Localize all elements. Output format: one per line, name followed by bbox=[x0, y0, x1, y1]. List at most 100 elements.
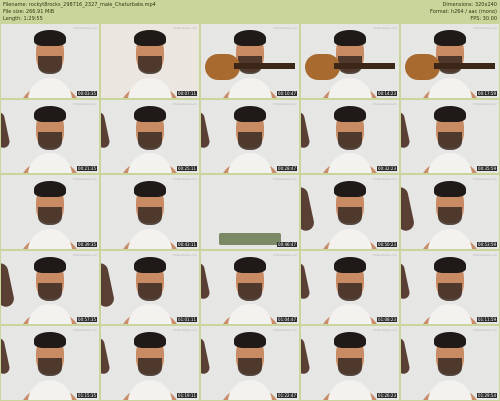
timestamp-label: 00:53:59 bbox=[477, 241, 497, 247]
filesize-text: File size: 266.91 MiB bbox=[3, 9, 55, 15]
thumbnail-tile[interactable]: Chaturbate.com 00:10:47 bbox=[201, 24, 299, 98]
thumbnail-tile[interactable]: Chaturbate.com 01:19:11 bbox=[101, 326, 199, 400]
timestamp-label: 00:10:47 bbox=[277, 90, 297, 96]
watermark-text: Chaturbate.com bbox=[172, 252, 197, 257]
guitar-neck bbox=[234, 63, 296, 69]
tanktop bbox=[328, 304, 372, 325]
guitar-left-edge bbox=[201, 337, 211, 376]
tanktop bbox=[128, 153, 172, 174]
guitar-left-edge bbox=[401, 261, 411, 300]
hair bbox=[34, 332, 66, 349]
timestamp-label: 00:03:35 bbox=[77, 90, 97, 96]
thumbnail-tile[interactable]: Chaturbate.com 00:32:23 bbox=[301, 99, 399, 174]
hair bbox=[334, 181, 366, 198]
hair bbox=[434, 181, 466, 198]
thumbnail-tile[interactable]: Chaturbate.com 00:28:47 bbox=[201, 99, 299, 174]
timestamp-label: 01:04:47 bbox=[277, 317, 297, 323]
guitar-neck bbox=[334, 63, 396, 69]
beard bbox=[238, 282, 262, 301]
tanktop bbox=[128, 379, 172, 400]
hair bbox=[234, 30, 266, 46]
thumbnail-tile[interactable]: Chaturbate.com 00:46:47 bbox=[201, 175, 299, 249]
hair bbox=[34, 181, 66, 198]
thumbnail-tile[interactable]: Chaturbate.com 00:03:35 bbox=[1, 24, 99, 98]
thumbnail-tile[interactable]: Chaturbate.com 00:25:11 bbox=[101, 99, 199, 174]
guitar-neck bbox=[434, 63, 496, 69]
thumbnail-tile[interactable]: Chaturbate.com 01:22:47 bbox=[201, 326, 299, 400]
beard bbox=[238, 358, 262, 377]
metadata-left: Filename: rockyt8rocks_298716_2327_male_… bbox=[3, 2, 156, 23]
beard bbox=[138, 56, 162, 74]
watermark-text: Chaturbate.com bbox=[72, 252, 97, 257]
tanktop bbox=[28, 304, 72, 325]
watermark-text: Chaturbate.com bbox=[372, 101, 397, 106]
beard bbox=[38, 358, 62, 377]
tanktop bbox=[228, 379, 272, 400]
guitar-left-edge bbox=[301, 186, 316, 233]
timestamp-label: 00:17:59 bbox=[477, 90, 497, 96]
thumbnail-tile[interactable]: Chaturbate.com 01:15:35 bbox=[1, 326, 99, 400]
timestamp-label: 00:25:11 bbox=[177, 166, 197, 172]
thumbnail-tile[interactable]: Chaturbate.com 01:08:23 bbox=[301, 250, 399, 325]
metadata-header: Filename: rockyt8rocks_298716_2327_male_… bbox=[0, 0, 500, 23]
hair bbox=[434, 30, 466, 46]
hair bbox=[434, 332, 466, 349]
thumbnail-tile[interactable]: Chaturbate.com 01:29:54 bbox=[401, 326, 499, 400]
tanktop bbox=[428, 379, 472, 400]
beard bbox=[38, 207, 62, 226]
thumbnail-tile[interactable]: Chaturbate.com 01:11:59 bbox=[401, 250, 499, 325]
thumbnail-tile[interactable]: Chaturbate.com 00:53:59 bbox=[401, 175, 499, 249]
thumbnail-tile[interactable]: Chaturbate.com 00:07:11 bbox=[101, 24, 199, 98]
thumbnail-tile[interactable]: Chaturbate.com 00:14:23 bbox=[301, 24, 399, 98]
thumbnail-tile[interactable]: Chaturbate.com 00:57:35 bbox=[1, 250, 99, 325]
tanktop bbox=[28, 77, 72, 98]
thumbnail-tile[interactable]: Chaturbate.com 00:50:23 bbox=[301, 175, 399, 249]
thumbnail-tile[interactable]: Chaturbate.com 01:01:11 bbox=[101, 250, 199, 325]
timestamp-label: 00:46:47 bbox=[277, 241, 297, 247]
watermark-text: Chaturbate.com bbox=[172, 26, 197, 30]
timestamp-label: 01:19:11 bbox=[177, 392, 197, 398]
watermark-text: Chaturbate.com bbox=[72, 177, 97, 182]
watermark-text: Chaturbate.com bbox=[372, 328, 397, 333]
guitar-left-edge bbox=[1, 261, 16, 308]
thumbnail-tile[interactable]: Chaturbate.com 00:21:35 bbox=[1, 99, 99, 174]
hair bbox=[34, 105, 66, 122]
beard bbox=[38, 131, 62, 150]
watermark-text: Chaturbate.com bbox=[272, 26, 297, 30]
guitar-left-edge bbox=[401, 337, 411, 376]
timestamp-label: 01:26:23 bbox=[377, 392, 397, 398]
thumbnail-tile[interactable]: Chaturbate.com 00:39:35 bbox=[1, 175, 99, 249]
watermark-text: Chaturbate.com bbox=[172, 177, 197, 182]
watermark-text: Chaturbate.com bbox=[272, 177, 297, 182]
hair bbox=[334, 30, 366, 46]
tanktop bbox=[428, 77, 472, 98]
watermark-text: Chaturbate.com bbox=[472, 328, 497, 333]
beard bbox=[38, 282, 62, 301]
thumbnail-tile[interactable]: Chaturbate.com 00:35:59 bbox=[401, 99, 499, 174]
timestamp-label: 00:43:11 bbox=[177, 241, 197, 247]
watermark-text: Chaturbate.com bbox=[472, 252, 497, 257]
contact-sheet: Filename: rockyt8rocks_298716_2327_male_… bbox=[0, 0, 500, 401]
watermark-text: Chaturbate.com bbox=[472, 101, 497, 106]
tanktop bbox=[328, 228, 372, 249]
timestamp-label: 00:14:23 bbox=[377, 90, 397, 96]
timestamp-label: 00:35:59 bbox=[477, 166, 497, 172]
dimensions-text: Dimensions: 320x240 bbox=[442, 2, 497, 8]
hair bbox=[134, 332, 166, 349]
guitar-left-edge bbox=[101, 110, 111, 149]
thumbnail-tile[interactable]: Chaturbate.com 01:26:23 bbox=[301, 326, 399, 400]
tanktop bbox=[428, 153, 472, 174]
tanktop bbox=[428, 228, 472, 249]
beard bbox=[338, 207, 362, 226]
thumbnail-tile[interactable]: Chaturbate.com 00:43:11 bbox=[101, 175, 199, 249]
watermark-text: Chaturbate.com bbox=[172, 328, 197, 333]
watermark-text: Chaturbate.com bbox=[372, 252, 397, 257]
thumbnail-tile[interactable]: Chaturbate.com 01:04:47 bbox=[201, 250, 299, 325]
guitar-left-edge bbox=[401, 110, 411, 149]
timestamp-label: 01:01:11 bbox=[177, 317, 197, 323]
watermark-text: Chaturbate.com bbox=[72, 328, 97, 333]
thumbnail-tile[interactable]: Chaturbate.com 00:17:59 bbox=[401, 24, 499, 98]
timestamp-label: 00:21:35 bbox=[77, 166, 97, 172]
hair bbox=[334, 105, 366, 122]
tanktop bbox=[228, 77, 272, 98]
